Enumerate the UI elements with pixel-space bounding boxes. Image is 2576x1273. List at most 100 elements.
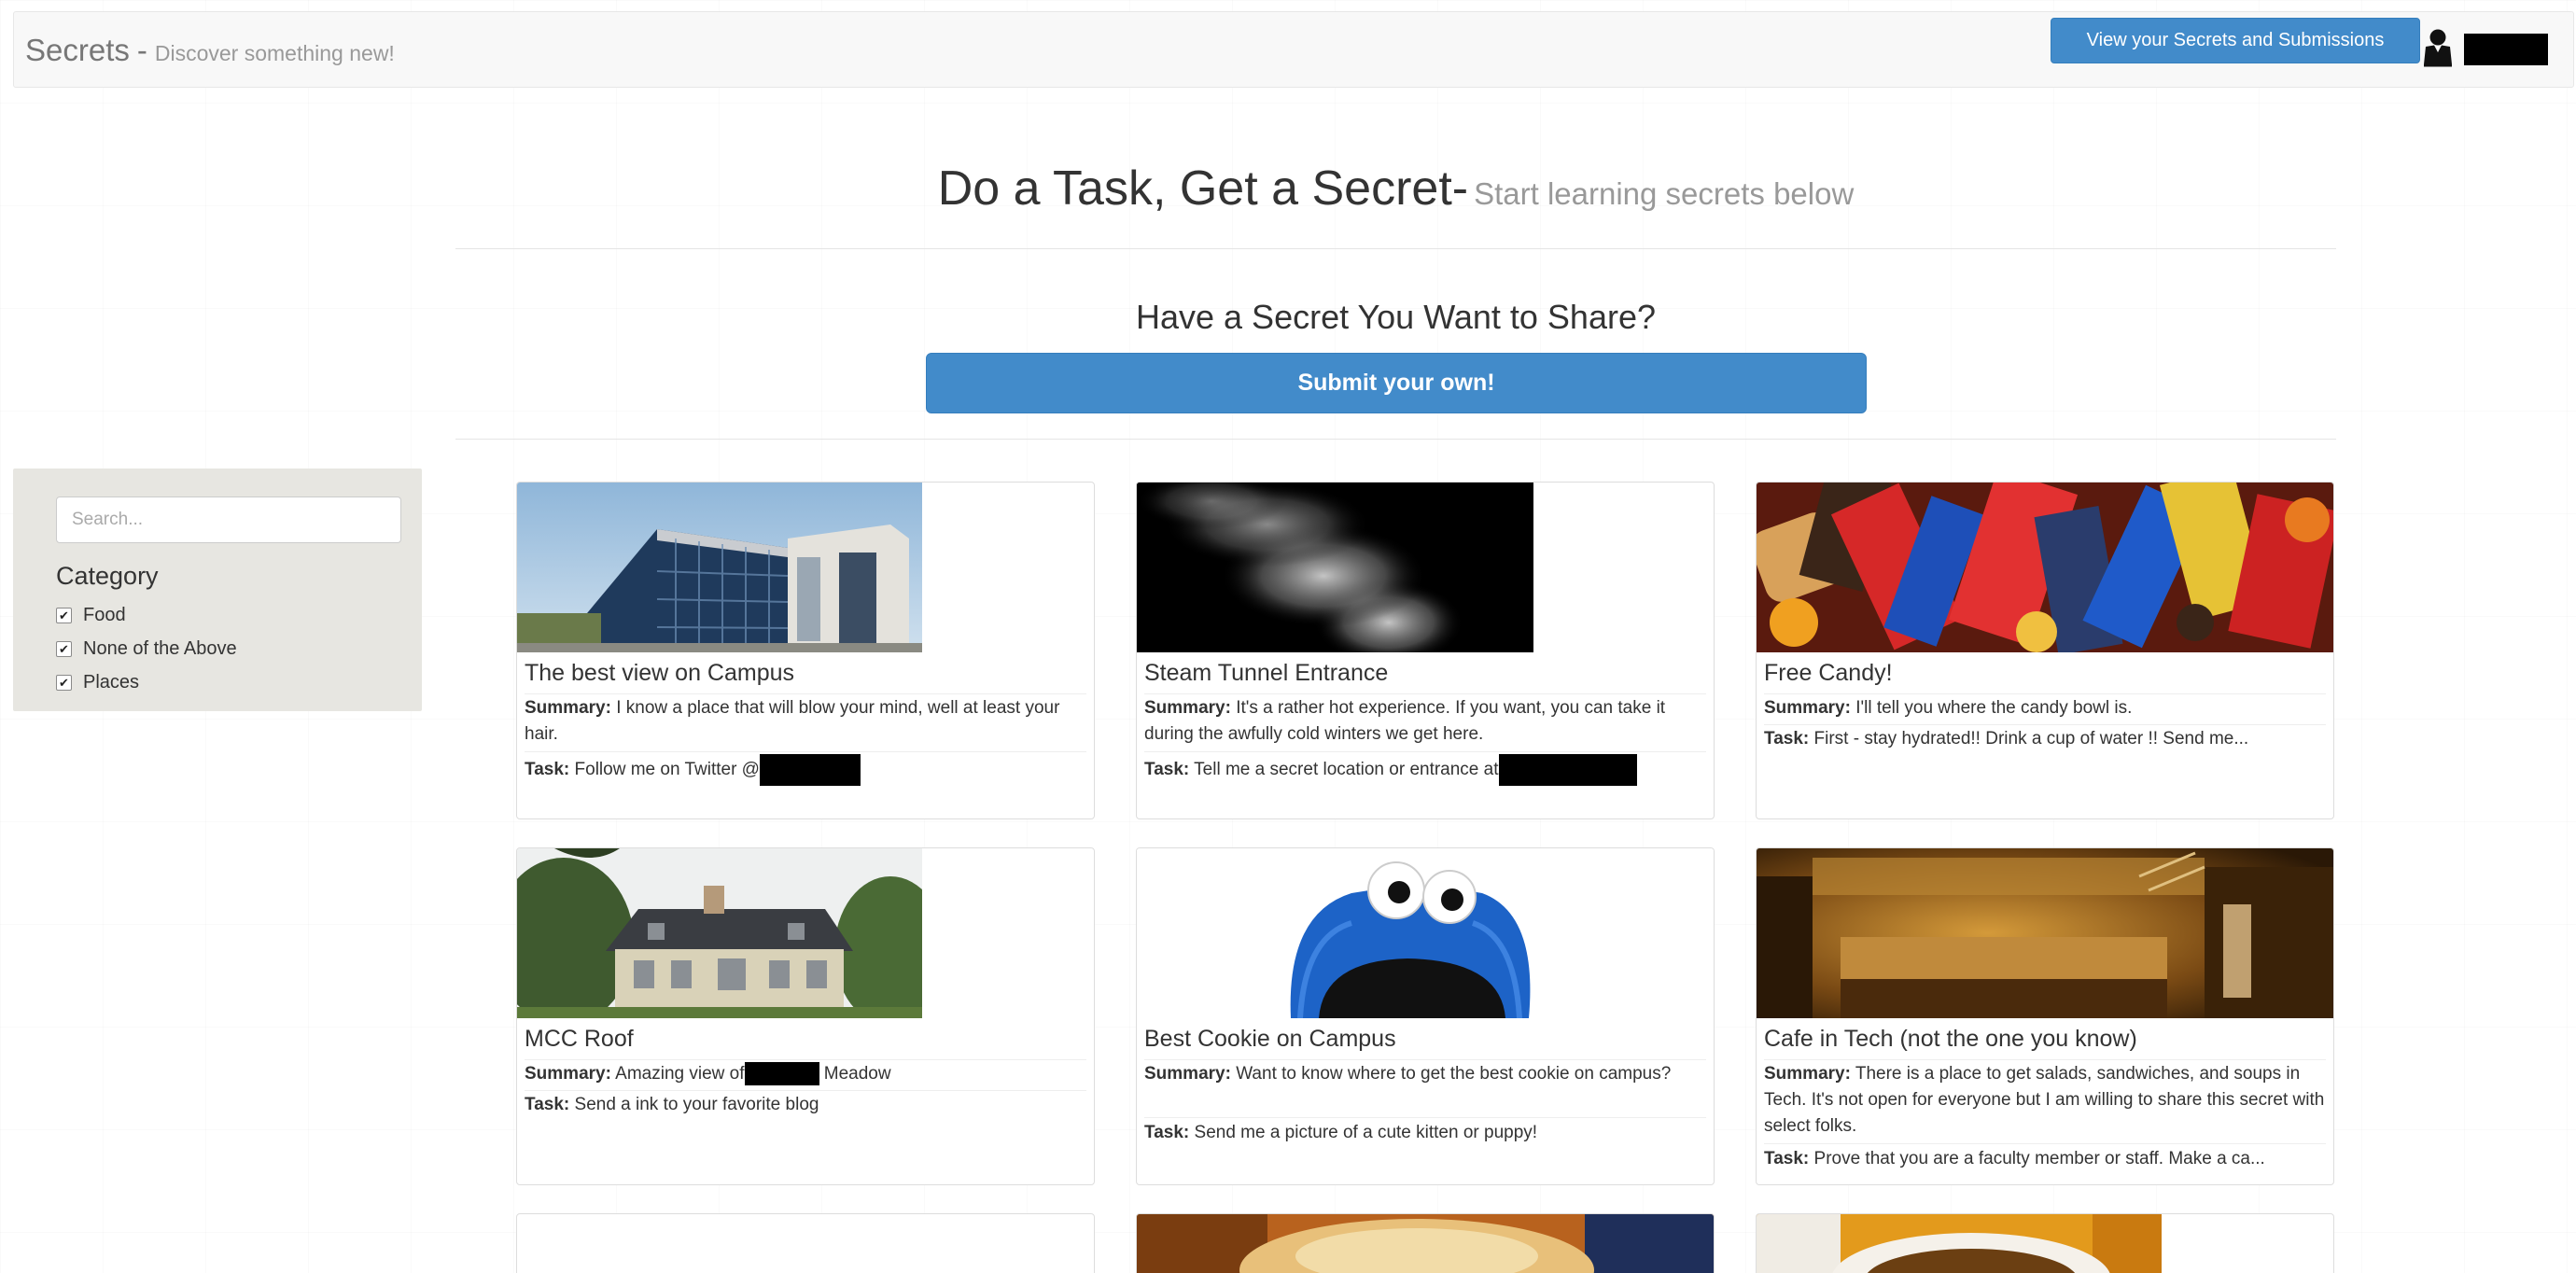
share-title: Have a Secret You Want to Share? [1135,298,1656,336]
card-divider [1144,751,1706,752]
card-task-text: Send a ink to your favorite blog [574,1095,819,1114]
page-subtitle: Start learning secrets below [1474,176,1855,211]
user-name-redacted [2464,34,2548,65]
category-label: Food [83,604,126,625]
task-label: Task: [1144,760,1190,780]
card-summary-text-end: Meadow [823,1064,891,1084]
secret-card-partial[interactable] [516,1213,1095,1273]
task-label: Task: [1764,1149,1810,1168]
card-title[interactable]: Steam Tunnel Entrance [1144,660,1388,687]
card-divider [525,1090,1086,1091]
card-summary: Summary: There is a place to get salads,… [1764,1061,2326,1140]
summary-label: Summary: [1144,1064,1231,1084]
coffee-photo[interactable] [1757,1214,2162,1273]
filter-sidebar: Category ✔ Food ✔ None of the Above ✔ Pl… [13,469,422,711]
brand[interactable]: Secrets - Discover something new! [25,12,395,89]
task-label: Task: [1764,729,1810,748]
top-navbar: Secrets - Discover something new! View y… [13,11,2574,88]
secret-card-partial[interactable] [1136,1213,1715,1273]
card-summary: Summary: I'll tell you where the candy b… [1764,695,2326,721]
card-summary: Summary: Want to know where to get the b… [1144,1061,1706,1087]
category-food[interactable]: ✔ Food [56,601,126,629]
card-divider [525,693,1086,694]
category-label: Places [83,671,140,692]
header-divider [455,248,2336,249]
card-divider [1144,1059,1706,1060]
secret-card[interactable]: Steam Tunnel Entrance Summary: It's a ra… [1136,482,1715,819]
card-title[interactable]: Best Cookie on Campus [1144,1026,1396,1053]
section-divider [455,439,2336,440]
card-task-text: First - stay hydrated!! Drink a cup of w… [1813,729,2249,748]
summary-label: Summary: [525,1064,611,1084]
brand-separator: - [136,33,147,67]
category-places[interactable]: ✔ Places [56,668,139,696]
task-label: Task: [525,760,570,780]
secret-card[interactable]: Cafe in Tech (not the one you know) Summ… [1756,847,2334,1185]
card-divider [1764,1059,2326,1060]
checkbox-food[interactable]: ✔ [56,607,72,623]
brand-title: Secrets [25,33,130,67]
food-photo[interactable] [1137,1214,1714,1273]
card-divider [1144,1117,1706,1118]
user-silhouette-icon[interactable] [2422,27,2454,68]
card-title[interactable]: Cafe in Tech (not the one you know) [1764,1026,2137,1053]
cookie-monster-photo[interactable] [1137,848,1714,1018]
summary-label: Summary: [525,698,611,718]
card-summary: Summary: It's a rather hot experience. I… [1144,695,1706,748]
card-summary: Summary: I know a place that will blow y… [525,695,1086,748]
page: Secrets - Discover something new! View y… [0,0,2576,1273]
card-task: Task: Follow me on Twitter @ [525,754,1086,786]
redacted-location [1498,754,1637,786]
summary-label: Summary: [1764,698,1851,718]
card-task: Task: Send me a picture of a cute kitten… [1144,1120,1706,1146]
secret-card[interactable]: MCC Roof Summary: Amazing view of Meadow… [516,847,1095,1185]
redacted-handle [759,754,861,786]
card-task: Task: Prove that you are a faculty membe… [1764,1146,2326,1172]
campus-building-photo[interactable] [517,483,922,652]
category-title: Category [56,562,159,590]
page-heading: Do a Task, Get a Secret- Start learning s… [455,161,2336,217]
card-task-text: Follow me on Twitter @ [574,760,760,780]
page-title: Do a Task, Get a Secret- [937,161,1469,216]
secret-card-partial[interactable] [1756,1213,2334,1273]
card-divider [525,1059,1086,1060]
steam-photo[interactable] [1137,483,1533,652]
card-summary: Summary: Amazing view of Meadow [525,1061,1086,1087]
card-divider [1764,724,2326,725]
card-task-text: Tell me a secret location or entrance at [1194,760,1499,780]
category-label: None of the Above [83,637,237,659]
summary-label: Summary: [1144,698,1231,718]
category-none-of-the-above[interactable]: ✔ None of the Above [56,635,237,663]
house-photo[interactable] [517,848,922,1018]
submit-secret-button[interactable]: Submit your own! [926,353,1867,413]
summary-label: Summary: [1764,1064,1851,1084]
search-input[interactable] [56,497,401,543]
card-title[interactable]: The best view on Campus [525,660,794,687]
card-summary-text: Want to know where to get the best cooki… [1236,1064,1672,1084]
card-divider [1764,1143,2326,1144]
cafe-interior-photo[interactable] [1757,848,2333,1018]
card-title[interactable]: MCC Roof [525,1026,634,1053]
card-title[interactable]: Free Candy! [1764,660,1893,687]
card-summary-text: Amazing view of [615,1064,745,1084]
secret-card[interactable]: Free Candy! Summary: I'll tell you where… [1756,482,2334,819]
secret-card[interactable]: The best view on Campus Summary: I know … [516,482,1095,819]
card-summary-text: I'll tell you where the candy bowl is. [1855,698,2133,718]
task-label: Task: [525,1095,570,1114]
card-divider [1764,693,2326,694]
card-task-text: Prove that you are a faculty member or s… [1813,1149,2265,1168]
secret-card[interactable]: Best Cookie on Campus Summary: Want to k… [1136,847,1715,1185]
card-task: Task: Send a ink to your favorite blog [525,1092,1086,1118]
candy-photo[interactable] [1757,483,2333,652]
card-task: Task: First - stay hydrated!! Drink a cu… [1764,726,2326,752]
task-label: Task: [1144,1123,1190,1142]
card-divider [1144,693,1706,694]
checkbox-none-of-the-above[interactable]: ✔ [56,640,72,657]
checkbox-places[interactable]: ✔ [56,674,72,691]
card-task-text: Send me a picture of a cute kitten or pu… [1194,1123,1538,1142]
redacted-name [744,1062,819,1086]
brand-subtitle: Discover something new! [154,40,395,65]
card-task: Task: Tell me a secret location or entra… [1144,754,1706,786]
view-secrets-button[interactable]: View your Secrets and Submissions [2051,18,2420,63]
card-divider [525,751,1086,752]
